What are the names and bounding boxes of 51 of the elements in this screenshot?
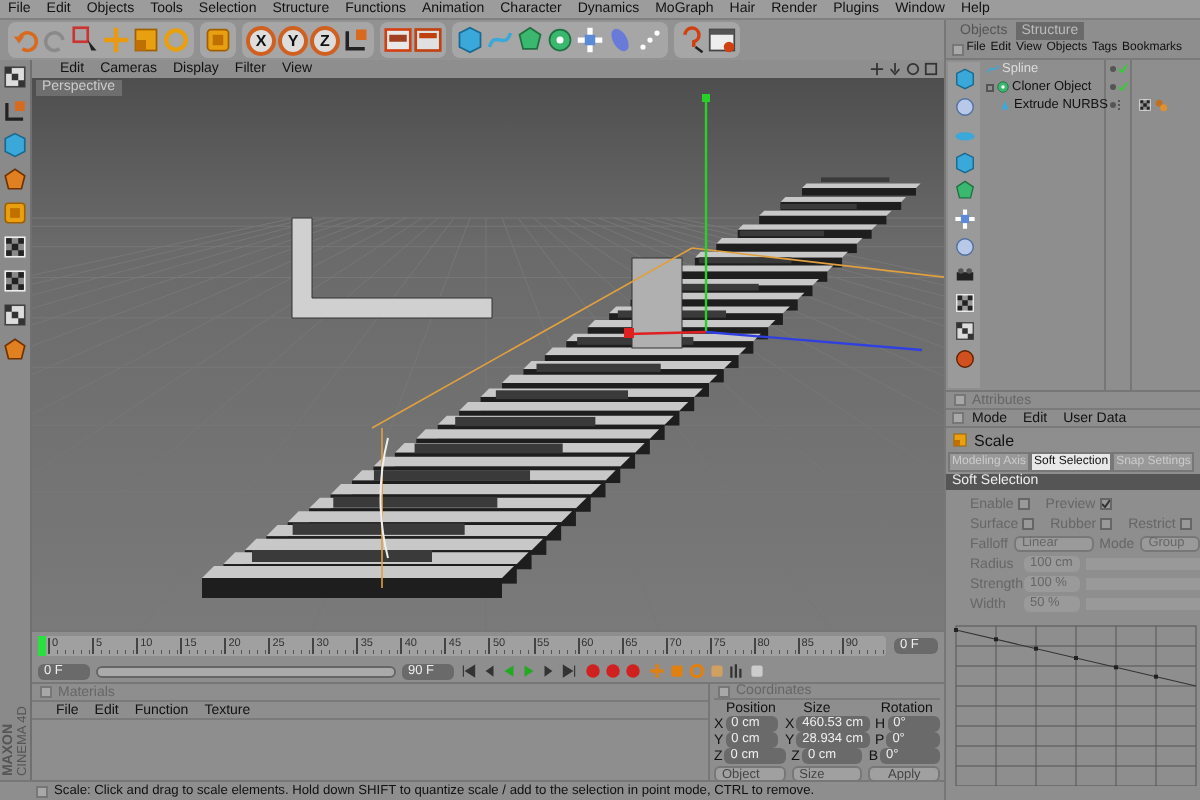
enabled-check-icon[interactable]: [1118, 82, 1128, 92]
spline-icon: [986, 62, 1000, 76]
key-point-icon[interactable]: [728, 662, 746, 680]
rotate-view-icon[interactable]: [906, 62, 920, 76]
texture-icon[interactable]: [2, 302, 28, 328]
polygon-icon[interactable]: [2, 336, 28, 362]
cube-icon[interactable]: [953, 152, 975, 174]
visibility-dots-icon[interactable]: [1110, 102, 1116, 108]
visibility-dots-icon[interactable]: [1110, 66, 1116, 72]
zoom-view-icon[interactable]: [888, 62, 902, 76]
selection-arrow-icon[interactable]: [72, 26, 100, 54]
texture-tag-icon[interactable]: [1138, 98, 1152, 112]
checker-icon[interactable]: [2, 234, 28, 260]
checker-icon[interactable]: [953, 292, 975, 314]
axis-lock-button[interactable]: X: [246, 25, 276, 55]
capsule-icon[interactable]: [606, 26, 634, 54]
undo-icon[interactable]: [12, 26, 40, 54]
move-view-icon[interactable]: [870, 62, 884, 76]
render-view-icon[interactable]: [414, 26, 442, 54]
cube-icon[interactable]: [2, 132, 28, 158]
texture-icon[interactable]: [2, 64, 28, 90]
sphere-icon[interactable]: [953, 236, 975, 258]
tool-name: Scale: [974, 431, 1015, 449]
axes-icon[interactable]: [342, 26, 370, 54]
coordinate-system-icon[interactable]: [2, 200, 28, 226]
sphere-icon[interactable]: [953, 96, 975, 118]
expand-toggle[interactable]: [986, 83, 994, 91]
scale-icon[interactable]: [132, 26, 160, 54]
visibility-dots-icon[interactable]: [1110, 84, 1116, 90]
polygon-icon[interactable]: [2, 166, 28, 192]
cube-icon[interactable]: [953, 68, 975, 90]
3d-viewport[interactable]: [32, 78, 944, 630]
particles-icon[interactable]: [636, 26, 664, 54]
axes-icon[interactable]: [2, 98, 28, 124]
axis-lock-button[interactable]: Z: [310, 25, 340, 55]
falloff-graph[interactable]: [952, 622, 1200, 786]
axis-gizmo-icon[interactable]: [624, 94, 923, 352]
maximize-view-icon[interactable]: [924, 62, 938, 76]
3d-model-drawing[interactable]: [202, 177, 944, 598]
last-frame-icon[interactable]: [560, 662, 578, 680]
texture-icon[interactable]: [953, 320, 975, 342]
camera-icon[interactable]: [953, 264, 975, 286]
scale-icon: [952, 432, 968, 448]
first-frame-icon[interactable]: [460, 662, 478, 680]
help-icon[interactable]: [678, 26, 706, 54]
render-icon[interactable]: [384, 26, 412, 54]
enabled-check-icon[interactable]: [1118, 64, 1128, 74]
ball-icon[interactable]: [953, 348, 975, 370]
cube-icon[interactable]: [456, 26, 484, 54]
checker-icon[interactable]: [2, 268, 28, 294]
axis-lock-button[interactable]: Y: [278, 25, 308, 55]
